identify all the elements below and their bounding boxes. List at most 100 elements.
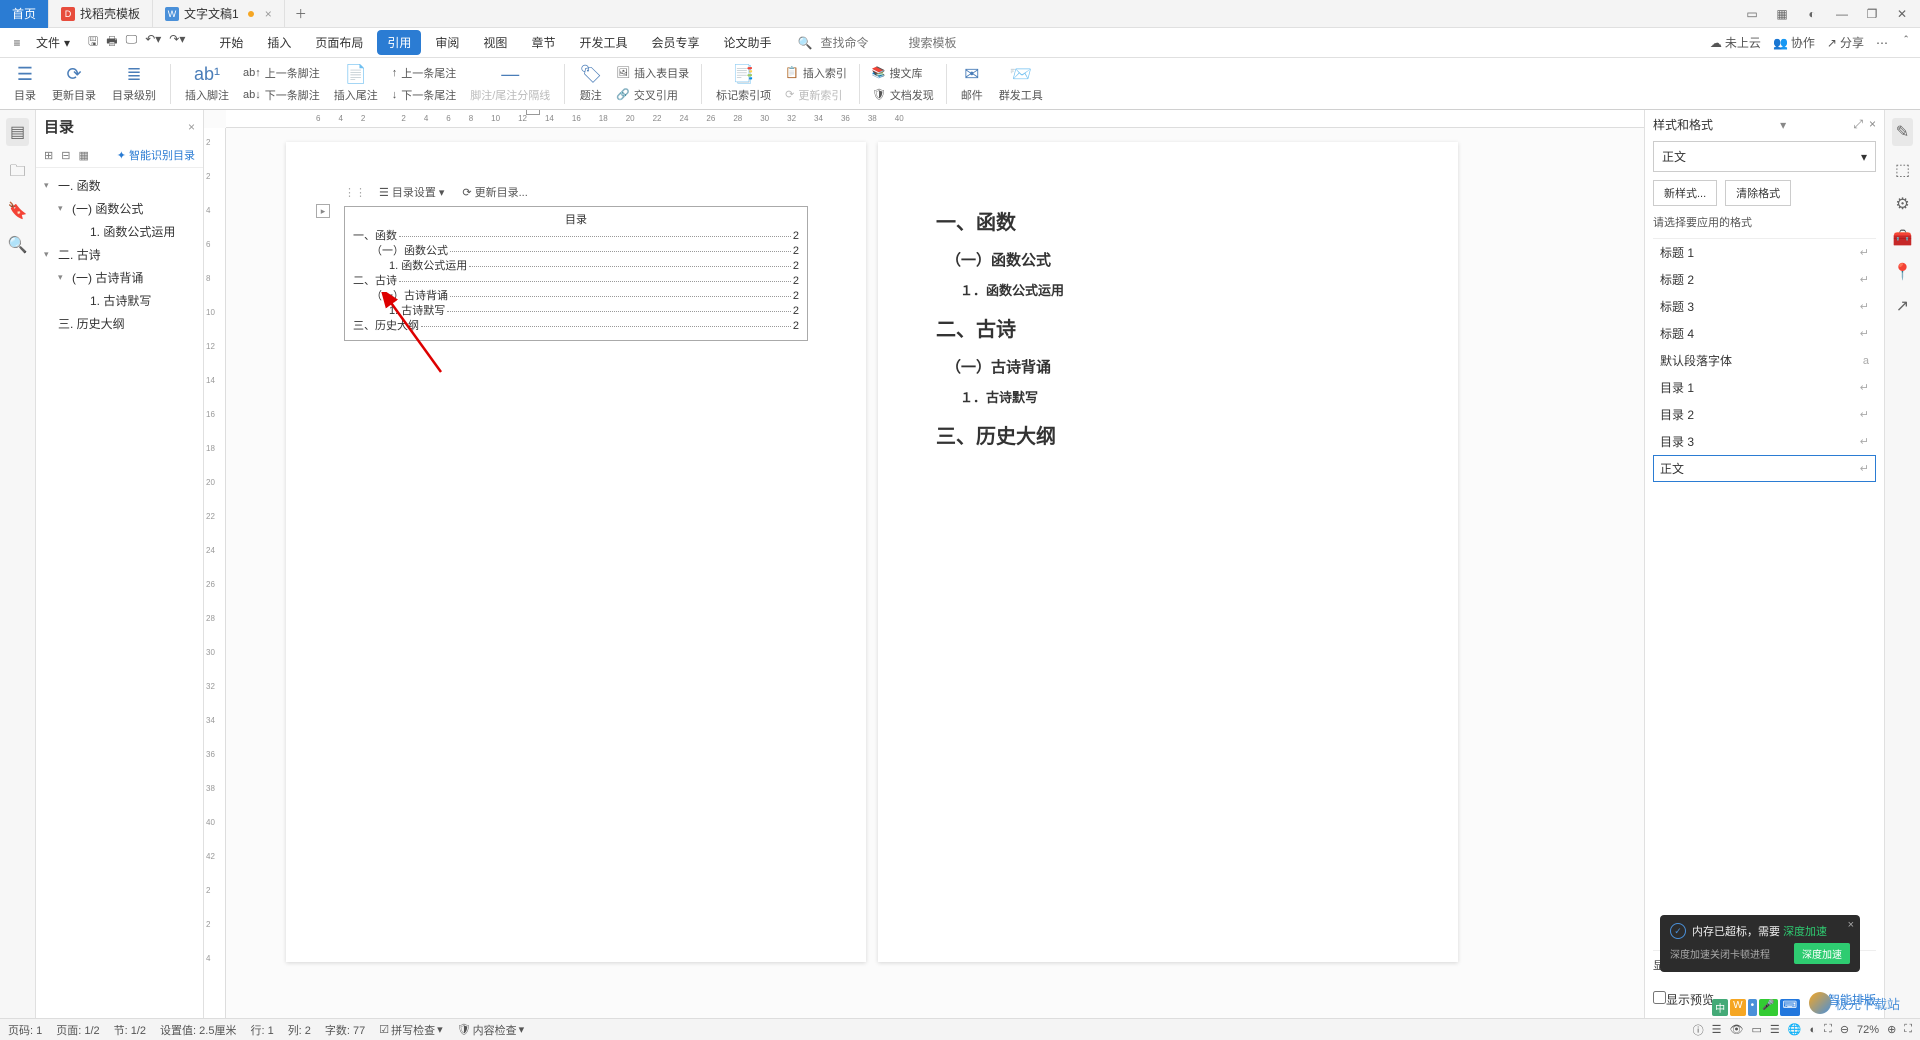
settings-icon[interactable]: ⚙ <box>1895 194 1909 214</box>
page-count[interactable]: 页面: 1/2 <box>56 1022 99 1038</box>
toc-button[interactable]: ☰目录 <box>8 60 42 108</box>
tab-view[interactable]: 视图 <box>473 30 517 55</box>
expand-all-icon[interactable]: ⊞ <box>44 149 53 162</box>
tab-start[interactable]: 开始 <box>209 30 253 55</box>
style-item[interactable]: 目录 3↵ <box>1653 428 1876 455</box>
focus-mode-icon[interactable]: ◐ <box>1809 1024 1816 1036</box>
caption-button[interactable]: 🏷题注 <box>573 60 608 108</box>
update-toc-button[interactable]: ⟳更新目录 <box>46 60 102 108</box>
tab-home[interactable]: 首页 <box>0 0 49 28</box>
search-icon[interactable]: 🔍 <box>798 36 813 50</box>
tab-document[interactable]: W 文字文稿1 × <box>153 0 285 28</box>
folder-icon[interactable]: 🗀 <box>9 160 25 187</box>
toolbox-icon[interactable]: 🧰 <box>1893 228 1913 248</box>
tab-review[interactable]: 审阅 <box>425 30 469 55</box>
style-item[interactable]: 默认段落字体a <box>1653 347 1876 374</box>
chevron-down-icon[interactable]: ▾ <box>58 203 68 214</box>
search-icon[interactable]: 🔍 <box>8 235 28 255</box>
toc-entry[interactable]: （一）函数公式2 <box>353 244 799 259</box>
more-icon[interactable]: ⋯ <box>1876 36 1888 50</box>
minimize-button[interactable]: — <box>1828 3 1856 25</box>
mark-index-button[interactable]: 📑标记索引项 <box>710 60 777 108</box>
style-item[interactable]: 标题 3↵ <box>1653 293 1876 320</box>
template-search-input[interactable] <box>908 36 988 50</box>
mail-button[interactable]: ✉邮件 <box>955 60 989 108</box>
toc-level-button[interactable]: ≣目录级别 <box>106 60 162 108</box>
chevron-down-icon[interactable]: ▾ <box>44 249 54 260</box>
popout-icon[interactable]: ⤢ <box>1853 117 1863 132</box>
toc-field[interactable]: 目录 一、函数2（一）函数公式21. 函数公式运用2二、古诗2（一）古诗背诵21… <box>344 206 808 341</box>
doc-nav-icon[interactable]: ▸ <box>316 204 330 218</box>
mass-tool-button[interactable]: 📨群发工具 <box>993 60 1049 108</box>
outline-item[interactable]: 1. 古诗默写 <box>40 289 199 312</box>
document-canvas[interactable]: ▸ ⋮⋮ ☰目录设置▾ ⟳更新目录... 目录 一、函数2（一）函数公式21. … <box>226 128 1644 1018</box>
new-style-button[interactable]: 新样式... <box>1653 180 1717 206</box>
tab-references[interactable]: 引用 <box>377 30 421 55</box>
boost-button[interactable]: 深度加速 <box>1794 943 1850 964</box>
toc-entry[interactable]: 一、函数2 <box>353 229 799 244</box>
read-mode-icon[interactable]: 👁 <box>1730 1023 1744 1036</box>
page-number[interactable]: 页码: 1 <box>8 1022 42 1038</box>
web-mode-icon[interactable]: 🌐 <box>1788 1023 1802 1036</box>
collapse-ribbon-icon[interactable]: ＾ <box>1900 34 1912 51</box>
current-style-select[interactable]: 正文 ▾ <box>1653 141 1876 172</box>
tab-insert[interactable]: 插入 <box>257 30 301 55</box>
chevron-down-icon[interactable]: ▾ <box>1780 118 1786 132</box>
view-mode-icon[interactable]: ☰ <box>1712 1023 1722 1036</box>
chevron-down-icon[interactable]: ▾ <box>58 272 68 283</box>
outline-mode-icon[interactable]: ☰ <box>1770 1023 1780 1036</box>
toc-entry[interactable]: 三、历史大纲2 <box>353 319 799 334</box>
style-item[interactable]: 标题 2↵ <box>1653 266 1876 293</box>
section[interactable]: 节: 1/2 <box>114 1022 146 1038</box>
print-icon[interactable]: 🖶 <box>106 32 117 53</box>
info-icon[interactable]: ⓘ <box>1693 1022 1704 1038</box>
chevron-down-icon[interactable]: ▾ <box>44 180 54 191</box>
tab-vip[interactable]: 会员专享 <box>641 30 709 55</box>
page-2[interactable]: 一、函数（一）函数公式１．函数公式运用二、古诗（一）古诗背诵１．古诗默写三、历史… <box>878 142 1458 962</box>
content-check[interactable]: 🛡内容检查 ▾ <box>457 1022 525 1038</box>
skin-icon[interactable]: ◐ <box>1798 3 1826 25</box>
redo-icon[interactable]: ↷▾ <box>169 32 185 53</box>
toc-update-button[interactable]: ⟳更新目录... <box>457 182 532 202</box>
share-button[interactable]: ↗分享 <box>1827 34 1864 51</box>
grip-icon[interactable]: ⋮⋮ <box>344 186 366 199</box>
preview-icon[interactable]: 🖵 <box>126 32 138 53</box>
outline-item[interactable]: ▾一. 函数 <box>40 174 199 197</box>
location-icon[interactable]: 📍 <box>1893 262 1913 282</box>
new-tab-button[interactable]: ＋ <box>285 5 317 22</box>
style-item[interactable]: 标题 4↵ <box>1653 320 1876 347</box>
outline-item[interactable]: 三. 历史大纲 <box>40 312 199 335</box>
next-footnote-button[interactable]: ab↓下一条脚注 <box>239 85 324 105</box>
layout-icon[interactable]: ▭ <box>1738 3 1766 25</box>
toc-entry[interactable]: 二、古诗2 <box>353 274 799 289</box>
close-icon[interactable]: × <box>1848 919 1854 931</box>
preview-checkbox[interactable]: 显示预览 <box>1653 991 1714 1008</box>
save-icon[interactable]: 🖫 <box>88 32 98 53</box>
undo-icon[interactable]: ↶▾ <box>145 32 161 53</box>
doc-discover-button[interactable]: 🛡文档发现 <box>868 85 938 105</box>
tab-template[interactable]: D 找稻壳模板 <box>49 0 153 28</box>
page-layout-icon[interactable]: ▭ <box>1751 1023 1761 1036</box>
prev-endnote-button[interactable]: ↑上一条尾注 <box>388 63 461 83</box>
close-icon[interactable]: × <box>188 120 195 134</box>
vertical-ruler[interactable]: 2246810121416182022242628303234363840422… <box>204 128 226 1018</box>
fit-icon[interactable]: ⛶ <box>1824 1023 1832 1036</box>
style-item[interactable]: 目录 1↵ <box>1653 374 1876 401</box>
zoom-in-icon[interactable]: ⊕ <box>1887 1023 1896 1036</box>
tab-layout[interactable]: 页面布局 <box>305 30 373 55</box>
tab-dev[interactable]: 开发工具 <box>569 30 637 55</box>
insert-footnote-button[interactable]: ab¹插入脚注 <box>179 60 235 108</box>
column[interactable]: 列: 2 <box>288 1022 311 1038</box>
close-button[interactable]: ✕ <box>1888 3 1916 25</box>
fullscreen-icon[interactable]: ⛶ <box>1904 1023 1912 1036</box>
hamburger-icon[interactable]: ≡ <box>8 34 26 52</box>
next-endnote-button[interactable]: ↓下一条尾注 <box>388 85 461 105</box>
search-lib-button[interactable]: 📚搜文库 <box>868 63 938 83</box>
zoom-level[interactable]: 72% <box>1857 1024 1879 1036</box>
fn-separator-button[interactable]: —脚注/尾注分隔线 <box>464 60 556 108</box>
page-1[interactable]: ▸ ⋮⋮ ☰目录设置▾ ⟳更新目录... 目录 一、函数2（一）函数公式21. … <box>286 142 866 962</box>
outline-item[interactable]: ▾(一) 古诗背诵 <box>40 266 199 289</box>
spell-check[interactable]: ☑拼写检查 ▾ <box>379 1022 442 1038</box>
cloud-status[interactable]: ☁未上云 <box>1710 34 1761 51</box>
tab-thesis[interactable]: 论文助手 <box>713 30 781 55</box>
